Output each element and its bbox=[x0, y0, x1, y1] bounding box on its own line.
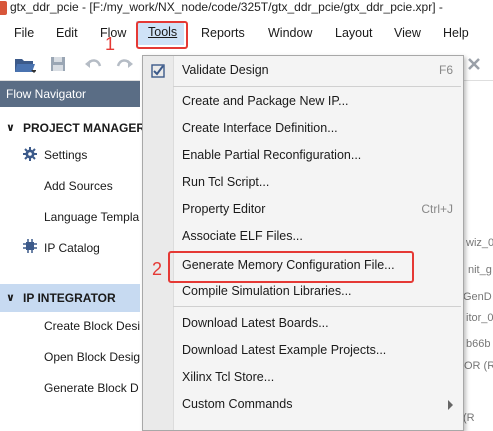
menu-item-label: Validate Design bbox=[182, 63, 269, 77]
chevron-down-icon: ∨ bbox=[6, 292, 15, 304]
right-peek-text: itor_0 bbox=[466, 312, 493, 324]
menu-item-compile-simulation-libraries[interactable]: Compile Simulation Libraries... bbox=[143, 281, 463, 305]
menu-item-label: Xilinx Tcl Store... bbox=[182, 370, 275, 384]
submenu-arrow-icon bbox=[448, 400, 453, 410]
menu-layout[interactable]: Layout bbox=[335, 26, 373, 40]
menu-item-label: Run Tcl Script... bbox=[182, 175, 270, 189]
menu-item-shortcut: Ctrl+J bbox=[421, 202, 453, 216]
ip-integrator-label: IP INTEGRATOR bbox=[23, 291, 116, 305]
flow-navigator: ∨ PROJECT MANAGER Settings Add Sources L… bbox=[0, 107, 145, 429]
menu-view[interactable]: View bbox=[394, 26, 421, 40]
menu-item-xilinx-tcl-store[interactable]: Xilinx Tcl Store... bbox=[143, 367, 463, 391]
nav-add-sources[interactable]: Add Sources bbox=[44, 179, 113, 193]
menu-edit[interactable]: Edit bbox=[56, 26, 78, 40]
menu-help[interactable]: Help bbox=[443, 26, 469, 40]
nav-create-block-design[interactable]: Create Block Desi bbox=[44, 319, 140, 333]
menu-file[interactable]: File bbox=[14, 26, 34, 40]
menu-item-label: Create Interface Definition... bbox=[182, 121, 338, 135]
validate-check-icon bbox=[151, 64, 165, 78]
redo-icon[interactable] bbox=[116, 56, 134, 72]
right-peek-text: nit_g bbox=[468, 264, 492, 276]
nav-generate-block-design[interactable]: Generate Block D bbox=[44, 381, 139, 395]
right-peek-text: wiz_0 bbox=[466, 237, 493, 249]
menu-item-validate-design[interactable]: Validate Design F6 bbox=[143, 60, 463, 84]
nav-ip-catalog[interactable]: IP Catalog bbox=[44, 241, 100, 255]
open-folder-icon[interactable] bbox=[14, 56, 36, 74]
menu-separator bbox=[173, 306, 461, 307]
menu-item-download-latest-boards[interactable]: Download Latest Boards... bbox=[143, 313, 463, 337]
menu-item-associate-elf-files[interactable]: Associate ELF Files... bbox=[143, 226, 463, 250]
tools-dropdown-menu: Validate Design F6 Create and Package Ne… bbox=[142, 55, 464, 431]
menu-item-create-package-ip[interactable]: Create and Package New IP... bbox=[143, 91, 463, 115]
annotation-step-1: 1 bbox=[105, 34, 116, 54]
right-peek-text: (R bbox=[463, 412, 475, 424]
gear-icon bbox=[23, 147, 37, 161]
nav-open-block-design[interactable]: Open Block Desig bbox=[44, 350, 140, 364]
ip-integrator-section[interactable]: ∨ IP INTEGRATOR bbox=[0, 284, 140, 312]
chevron-down-icon: ∨ bbox=[6, 122, 15, 134]
annotation-box-tools bbox=[136, 21, 188, 49]
menu-separator bbox=[173, 86, 461, 87]
title-bar: gtx_ddr_pcie - [F:/my_work/NX_node/code/… bbox=[0, 0, 493, 18]
undo-icon[interactable] bbox=[84, 56, 102, 72]
menu-item-custom-commands[interactable]: Custom Commands bbox=[143, 394, 463, 418]
save-icon[interactable] bbox=[50, 56, 66, 72]
menu-item-label: Associate ELF Files... bbox=[182, 229, 303, 243]
menu-item-label: Custom Commands bbox=[182, 397, 293, 411]
flow-navigator-header: Flow Navigator bbox=[0, 81, 140, 107]
menu-item-shortcut: F6 bbox=[438, 63, 453, 77]
menu-item-label: Download Latest Boards... bbox=[182, 316, 329, 330]
annotation-box-generate-memory bbox=[168, 251, 414, 283]
menu-item-property-editor[interactable]: Property Editor Ctrl+J bbox=[143, 199, 463, 223]
app-icon bbox=[0, 1, 7, 15]
menu-item-label: Enable Partial Reconfiguration... bbox=[182, 148, 362, 162]
ip-catalog-icon bbox=[23, 239, 37, 253]
menu-item-label: Download Latest Example Projects... bbox=[182, 343, 387, 357]
toolbar bbox=[0, 48, 140, 81]
menu-item-download-latest-example-projects[interactable]: Download Latest Example Projects... bbox=[143, 340, 463, 364]
menu-item-label: Create and Package New IP... bbox=[182, 94, 349, 108]
menu-item-create-interface-definition[interactable]: Create Interface Definition... bbox=[143, 118, 463, 142]
project-manager-section[interactable]: ∨ PROJECT MANAGER bbox=[0, 114, 145, 142]
project-manager-label: PROJECT MANAGER bbox=[23, 121, 146, 135]
right-peek-text: GenD bbox=[463, 291, 492, 303]
right-peek-text: b66b bbox=[466, 338, 491, 350]
right-peek-text: OR (RV bbox=[464, 360, 493, 372]
menu-item-run-tcl-script[interactable]: Run Tcl Script... bbox=[143, 172, 463, 196]
flow-navigator-title: Flow Navigator bbox=[6, 87, 87, 101]
window-title: gtx_ddr_pcie - [F:/my_work/NX_node/code/… bbox=[10, 0, 443, 14]
nav-language-templates[interactable]: Language Templa bbox=[44, 210, 139, 224]
menu-reports[interactable]: Reports bbox=[201, 26, 245, 40]
menu-window[interactable]: Window bbox=[268, 26, 312, 40]
annotation-step-2: 2 bbox=[152, 259, 163, 279]
menu-item-label: Compile Simulation Libraries... bbox=[182, 284, 352, 298]
menu-item-enable-partial-reconfiguration[interactable]: Enable Partial Reconfiguration... bbox=[143, 145, 463, 169]
clear-icon[interactable] bbox=[467, 57, 481, 71]
menu-item-label: Property Editor bbox=[182, 202, 266, 216]
nav-settings[interactable]: Settings bbox=[44, 148, 87, 162]
